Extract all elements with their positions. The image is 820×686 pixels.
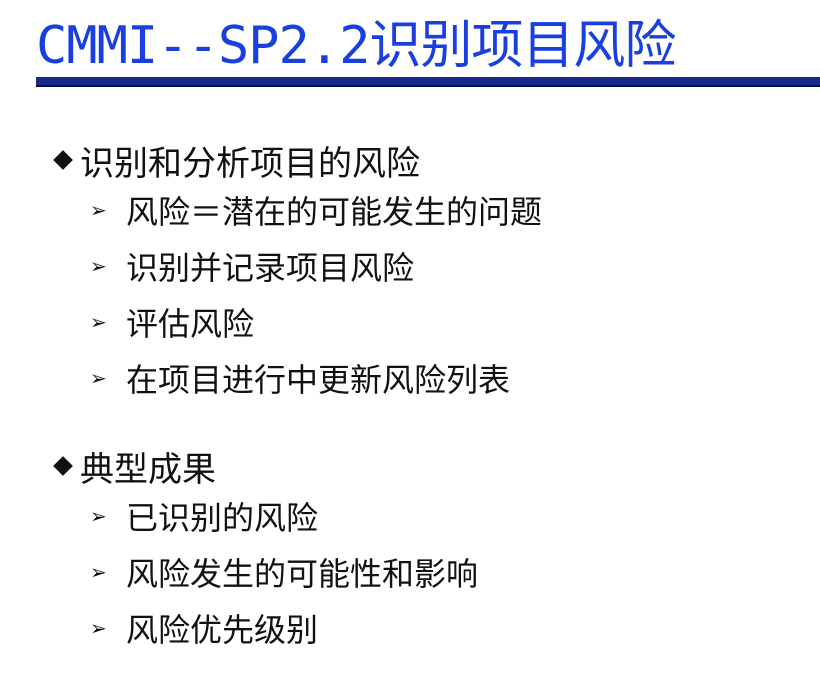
arrow-bullet-icon: ➢ [90, 366, 107, 390]
slide-title: CMMI--SP2.2识别项目风险 [36, 16, 676, 76]
diamond-bullet-icon [53, 150, 73, 170]
list-item-text: 已识别的风险 [126, 499, 319, 537]
arrow-bullet-icon: ➢ [90, 616, 107, 640]
arrow-bullet-icon: ➢ [90, 254, 107, 278]
list-item: ➢ 在项目进行中更新风险列表 [90, 350, 542, 406]
list-item: ➢ 识别并记录项目风险 [90, 238, 542, 294]
arrow-bullet-icon: ➢ [90, 504, 107, 528]
section-heading: 典型成果 [52, 444, 478, 490]
list-item-text: 在项目进行中更新风险列表 [126, 361, 511, 399]
list-item: ➢ 风险优先级别 [90, 600, 478, 656]
list-item-text: 风险发生的可能性和影响 [126, 555, 479, 593]
section-typical-outputs: 典型成果 ➢ 已识别的风险 ➢ 风险发生的可能性和影响 ➢ 风险优先级别 [52, 444, 478, 656]
section-heading-text: 典型成果 [80, 449, 216, 490]
section-heading: 识别和分析项目的风险 [52, 138, 542, 184]
section-heading-text: 识别和分析项目的风险 [80, 143, 420, 184]
list-item-text: 风险优先级别 [126, 611, 319, 649]
list-item-text: 风险＝潜在的可能发生的问题 [126, 193, 543, 231]
title-underline [36, 77, 820, 87]
arrow-bullet-icon: ➢ [90, 198, 107, 222]
list-item: ➢ 评估风险 [90, 294, 542, 350]
list-item-text: 识别并记录项目风险 [126, 249, 415, 287]
diamond-bullet-icon [53, 456, 73, 476]
section-identify-risks: 识别和分析项目的风险 ➢ 风险＝潜在的可能发生的问题 ➢ 识别并记录项目风险 ➢… [52, 138, 542, 406]
list-item: ➢ 已识别的风险 [90, 488, 478, 544]
arrow-bullet-icon: ➢ [90, 560, 107, 584]
list-item-text: 评估风险 [126, 305, 255, 343]
list-item: ➢ 风险发生的可能性和影响 [90, 544, 478, 600]
arrow-bullet-icon: ➢ [90, 310, 107, 334]
list-item: ➢ 风险＝潜在的可能发生的问题 [90, 182, 542, 238]
